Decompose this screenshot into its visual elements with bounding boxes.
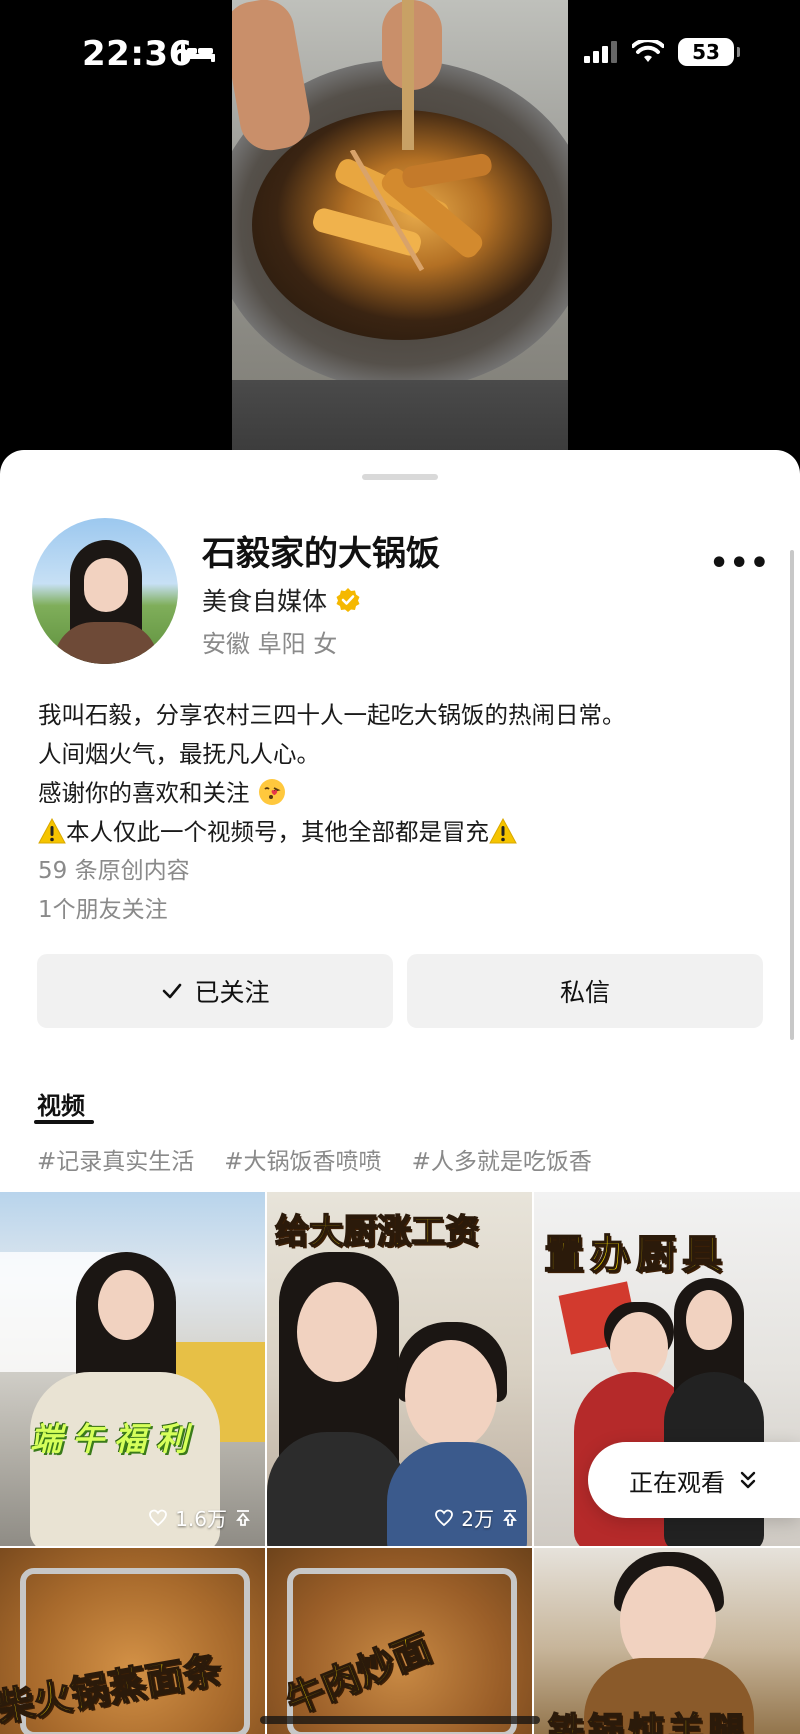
- following-button-label: 已关注: [194, 978, 270, 1007]
- heart-icon: [435, 1509, 454, 1526]
- double-chevron-down-icon: [740, 1471, 756, 1489]
- hashtag[interactable]: #人多就是吃饭香: [412, 1142, 592, 1176]
- pin-icon: [236, 1509, 250, 1526]
- hashtag-row: #记录真实生活 #大锅饭香喷喷 #人多就是吃饭香: [37, 1142, 592, 1176]
- verified-badge-icon: [336, 588, 360, 612]
- heart-icon: [149, 1509, 168, 1526]
- avatar[interactable]: [32, 518, 178, 664]
- person-jacket: [267, 1432, 407, 1546]
- video-thumbnail[interactable]: 牛肉炒面: [267, 1548, 532, 1734]
- person-face: [686, 1290, 732, 1350]
- bio-line-text: 本人仅此一个视频号，其他全部都是冒充: [66, 818, 489, 846]
- fried-food-image: [313, 150, 492, 272]
- bio-line-text: 感谢你的喜欢和关注: [38, 779, 250, 807]
- hashtag[interactable]: #记录真实生活: [37, 1142, 194, 1176]
- battery-icon: 53: [678, 38, 740, 66]
- warning-icon: [38, 818, 66, 844]
- bio-line: 我叫石毅，分享农村三四十人一起吃大锅饭的热闹日常。: [38, 701, 626, 729]
- video-title-overlay: 端午福利: [30, 1420, 199, 1458]
- checkmark-icon: [163, 983, 182, 999]
- battery-level: 53: [692, 40, 720, 64]
- video-thumbnail[interactable]: 端午福利 1.6万: [0, 1192, 265, 1546]
- like-count: 1.6万: [175, 1507, 227, 1531]
- video-title-overlay: 给大厨涨工资: [274, 1211, 480, 1253]
- status-time: 22:36: [82, 34, 193, 74]
- category-row: 美食自媒体: [202, 582, 361, 618]
- message-button-label: 私信: [559, 978, 610, 1007]
- friends-following[interactable]: 1个朋友关注: [38, 891, 768, 930]
- more-options-button[interactable]: •••: [709, 546, 770, 581]
- person-face: [297, 1282, 377, 1382]
- sheet-drag-handle[interactable]: [362, 474, 438, 480]
- warning-icon: [489, 818, 517, 844]
- wifi-icon: [632, 40, 664, 62]
- video-thumbnail[interactable]: 铁锅炖羊腿: [534, 1548, 800, 1734]
- video-title-overlay: 置办厨具: [543, 1231, 728, 1279]
- bio-line: 感谢你的喜欢和关注: [38, 774, 768, 813]
- bio-line: 本人仅此一个视频号，其他全部都是冒充: [38, 813, 768, 852]
- tab-videos[interactable]: 视频: [37, 1086, 85, 1121]
- profile-bio: 我叫石毅，分享农村三四十人一起吃大锅饭的热闹日常。 人间烟火气，最抚凡人心。 感…: [38, 696, 768, 930]
- now-watching-button[interactable]: 正在观看: [588, 1442, 800, 1518]
- bio-line: 人间烟火气，最抚凡人心。: [38, 740, 320, 768]
- now-watching-label: 正在观看: [629, 1468, 725, 1497]
- avatar-face: [84, 558, 128, 612]
- person-face: [98, 1270, 154, 1340]
- video-thumbnail[interactable]: 柴火锅蒸面条: [0, 1548, 265, 1734]
- profile-category: 美食自媒体: [202, 587, 328, 616]
- kiss-emoji-icon: [258, 779, 285, 805]
- pin-icon: [503, 1509, 517, 1526]
- original-content-count[interactable]: 59 条原创内容: [38, 852, 768, 891]
- video-stats: 1.6万: [149, 1503, 251, 1532]
- message-button[interactable]: 私信: [407, 954, 763, 1028]
- person-face: [405, 1340, 497, 1450]
- scrollbar[interactable]: [790, 550, 794, 1040]
- profile-sheet: 石毅家的大锅饭 美食自媒体 安徽 阜阳 女 ••• 我叫石毅，分享农村三四十人一…: [0, 450, 800, 1734]
- hashtag[interactable]: #大锅饭香喷喷: [224, 1142, 381, 1176]
- video-thumbnail[interactable]: 给大厨涨工资 2万: [267, 1192, 532, 1546]
- sleep-focus-icon: [181, 44, 215, 62]
- video-title-overlay: 铁锅炖羊腿: [547, 1710, 749, 1734]
- status-bar: 22:36 53: [0, 0, 800, 100]
- cellular-signal-icon: [584, 41, 617, 63]
- profile-name: 石毅家的大锅饭: [202, 534, 440, 574]
- profile-location: 安徽 阜阳 女: [202, 630, 338, 658]
- following-button[interactable]: 已关注: [37, 954, 393, 1028]
- tab-active-indicator: [34, 1120, 94, 1124]
- like-count: 2万: [461, 1507, 494, 1531]
- video-stats: 2万: [435, 1503, 518, 1532]
- stove-image: [232, 380, 568, 460]
- home-indicator[interactable]: [260, 1716, 540, 1724]
